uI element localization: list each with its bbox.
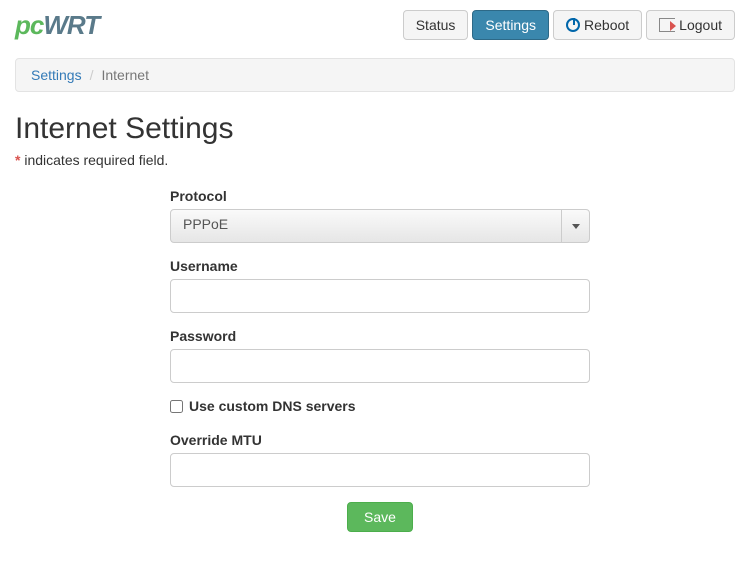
password-group: Password	[170, 328, 590, 383]
dns-checkbox[interactable]	[170, 400, 183, 413]
username-label: Username	[170, 258, 590, 274]
protocol-label: Protocol	[170, 188, 590, 204]
mtu-input[interactable]	[170, 453, 590, 487]
save-row: Save	[170, 502, 590, 532]
required-note-text: indicates required field.	[24, 152, 168, 168]
logo-wrt: WRT	[43, 10, 99, 40]
required-star-icon: *	[15, 152, 20, 168]
username-input[interactable]	[170, 279, 590, 313]
breadcrumb-separator: /	[90, 67, 94, 83]
protocol-value: PPPoE	[171, 210, 561, 242]
required-note: * indicates required field.	[15, 152, 735, 168]
dns-checkbox-label: Use custom DNS servers	[189, 398, 356, 414]
settings-button[interactable]: Settings	[472, 10, 549, 40]
password-label: Password	[170, 328, 590, 344]
breadcrumb-current: Internet	[101, 67, 148, 83]
logout-button[interactable]: Logout	[646, 10, 735, 40]
logo-pc: pc	[15, 10, 43, 40]
reboot-button[interactable]: Reboot	[553, 10, 642, 40]
form-area: Protocol PPPoE Username Password Use cus…	[170, 188, 590, 532]
save-button[interactable]: Save	[347, 502, 413, 532]
nav-buttons: Status Settings Reboot Logout	[403, 10, 735, 40]
logout-icon	[659, 18, 675, 32]
logo: pcWRT	[15, 10, 99, 41]
logout-label: Logout	[679, 17, 722, 33]
breadcrumb-root[interactable]: Settings	[31, 67, 82, 83]
breadcrumb: Settings / Internet	[15, 58, 735, 92]
chevron-down-icon	[561, 210, 589, 242]
protocol-group: Protocol PPPoE	[170, 188, 590, 243]
status-button[interactable]: Status	[403, 10, 469, 40]
reboot-icon	[566, 18, 580, 32]
password-input[interactable]	[170, 349, 590, 383]
page-title: Internet Settings	[15, 112, 735, 146]
mtu-label: Override MTU	[170, 432, 590, 448]
mtu-group: Override MTU	[170, 432, 590, 487]
dns-checkbox-group: Use custom DNS servers	[170, 398, 590, 414]
reboot-label: Reboot	[584, 17, 629, 33]
protocol-select[interactable]: PPPoE	[170, 209, 590, 243]
username-group: Username	[170, 258, 590, 313]
